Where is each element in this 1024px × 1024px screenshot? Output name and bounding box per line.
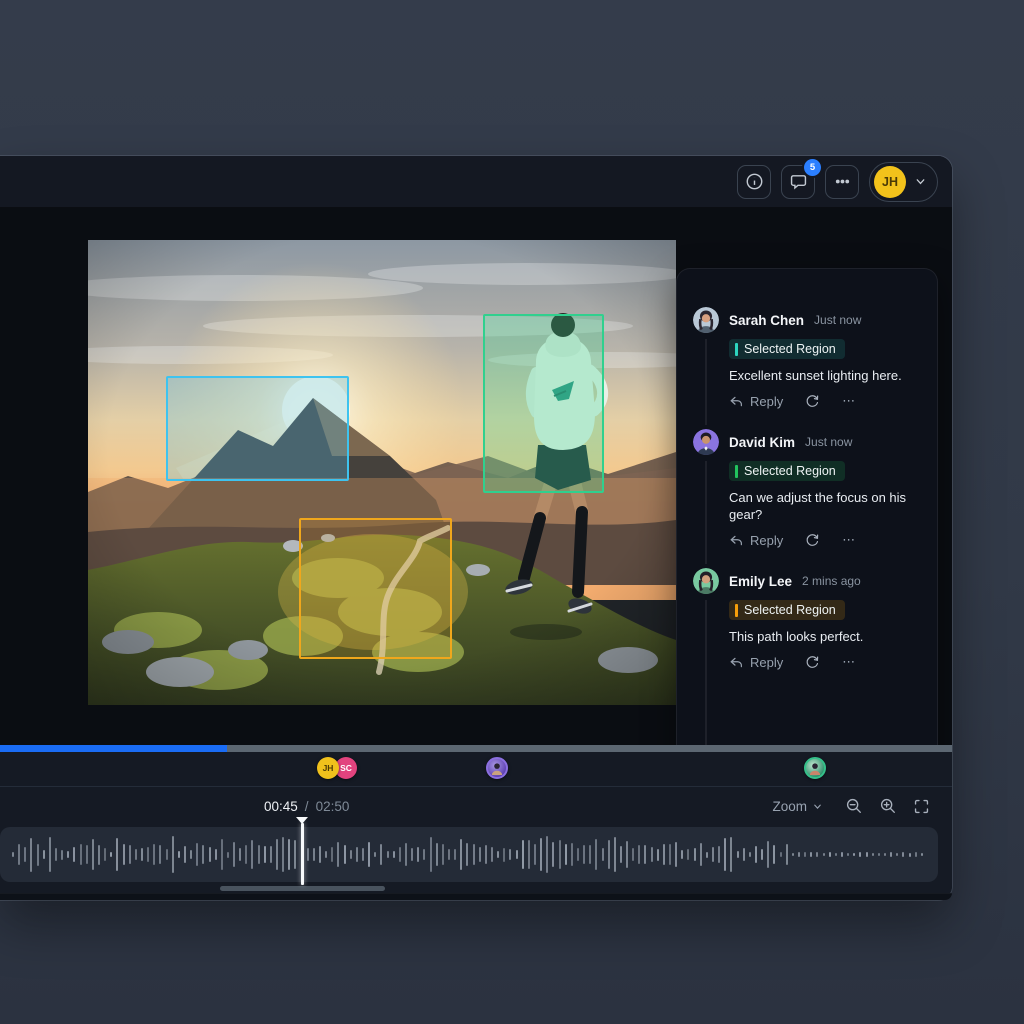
playback-controls-row: 00:45 / 02:50 Zoom	[0, 787, 952, 825]
reply-label: Reply	[750, 393, 784, 409]
zoom-dropdown-label: Zoom	[772, 798, 807, 814]
playhead[interactable]	[301, 823, 304, 885]
zoom-out-button[interactable]	[845, 797, 863, 815]
tag-label: Selected Region	[744, 464, 836, 478]
comment-more-icon[interactable]: ⋯	[842, 393, 857, 409]
comment-timestamp: Just now	[814, 313, 862, 327]
tag-label: Selected Region	[744, 603, 836, 617]
selected-region-tag[interactable]: Selected Region	[729, 461, 845, 481]
zoom-dropdown[interactable]: Zoom	[772, 799, 823, 814]
comment-item: Sarah Chen Just now Selected Region Exce…	[693, 307, 921, 425]
app-window: 5 JH Sarah Chen Just now Selected Region…	[0, 156, 952, 900]
comment-bubble-icon	[789, 172, 808, 191]
comment-author: David Kim	[729, 434, 796, 450]
timeline-scrubber[interactable]	[0, 745, 952, 752]
tag-accent-bar	[735, 464, 738, 478]
timeline-marker-david[interactable]	[486, 757, 508, 779]
comments-panel: Sarah Chen Just now Selected Region Exce…	[676, 268, 938, 745]
reply-button[interactable]: Reply	[729, 533, 783, 548]
reaction-icon[interactable]	[805, 394, 820, 409]
comment-item: David Kim Just now Selected Region Can w…	[693, 429, 921, 564]
timeline-zone: JH SC 00:45 / 02:50 Zoom	[0, 745, 952, 900]
tag-accent-bar	[735, 603, 738, 617]
reaction-icon[interactable]	[805, 655, 820, 670]
reply-icon	[729, 655, 744, 670]
avatar-david-kim	[693, 429, 719, 455]
comment-more-icon[interactable]: ⋯	[842, 532, 857, 548]
media-image[interactable]	[88, 240, 676, 705]
fullscreen-button[interactable]	[913, 798, 930, 815]
comment-author: Emily Lee	[729, 573, 793, 589]
avatar-sarah-chen	[693, 307, 719, 333]
toolbar: 5 JH	[0, 156, 952, 208]
selected-region-tag[interactable]: Selected Region	[729, 339, 845, 359]
comment-item: Emily Lee 2 mins ago Selected Region Thi…	[693, 568, 921, 745]
timeline-markers-row: JH SC	[0, 752, 952, 786]
avatar-emily-lee	[693, 568, 719, 594]
info-button[interactable]	[737, 164, 771, 199]
timeline-marker-emily[interactable]	[804, 757, 826, 779]
reaction-icon[interactable]	[805, 533, 820, 548]
more-options-button[interactable]	[825, 164, 859, 199]
time-separator: /	[304, 798, 309, 814]
reply-icon	[729, 533, 744, 548]
user-menu[interactable]: JH	[869, 161, 938, 202]
comment-text: This path looks perfect.	[729, 629, 864, 644]
audio-waveform-panel[interactable]	[0, 817, 938, 885]
reply-button[interactable]: Reply	[729, 655, 783, 670]
comment-count-badge: 5	[804, 158, 821, 176]
total-time: 02:50	[315, 798, 350, 814]
current-time: 00:45	[264, 798, 298, 814]
zoom-in-button[interactable]	[879, 797, 897, 815]
comment-timestamp: 2 mins ago	[802, 574, 861, 588]
waveform-bars	[12, 835, 926, 874]
reply-label: Reply	[750, 532, 784, 548]
window-bottom-strip	[0, 893, 952, 900]
reply-label: Reply	[750, 654, 784, 670]
selected-region-tag[interactable]: Selected Region	[729, 600, 845, 620]
reply-button[interactable]: Reply	[729, 394, 783, 409]
tag-accent-bar	[735, 342, 738, 356]
annotation-box-green[interactable]	[483, 314, 604, 493]
chevron-down-icon	[914, 175, 927, 188]
user-avatar: JH	[874, 165, 906, 198]
comment-more-icon[interactable]: ⋯	[842, 654, 857, 670]
tag-label: Selected Region	[744, 342, 836, 356]
comment-author: Sarah Chen	[729, 312, 805, 328]
viewer-canvas[interactable]: Sarah Chen Just now Selected Region Exce…	[0, 208, 952, 745]
comment-text: Can we adjust the focus on his gear?	[729, 490, 907, 522]
chevron-down-icon	[812, 801, 823, 812]
ellipsis-icon	[833, 172, 852, 191]
reply-icon	[729, 394, 744, 409]
progress-fill	[0, 745, 227, 752]
comments-button[interactable]: 5	[781, 158, 821, 199]
info-icon	[745, 172, 764, 191]
horizontal-scrollbar-thumb[interactable]	[220, 886, 385, 891]
timeline-marker-jh[interactable]: JH	[317, 757, 339, 779]
annotation-box-orange[interactable]	[299, 518, 452, 659]
comment-text: Excellent sunset lighting here.	[729, 368, 902, 383]
comment-timestamp: Just now	[805, 435, 853, 449]
annotation-box-cyan[interactable]	[166, 376, 349, 481]
